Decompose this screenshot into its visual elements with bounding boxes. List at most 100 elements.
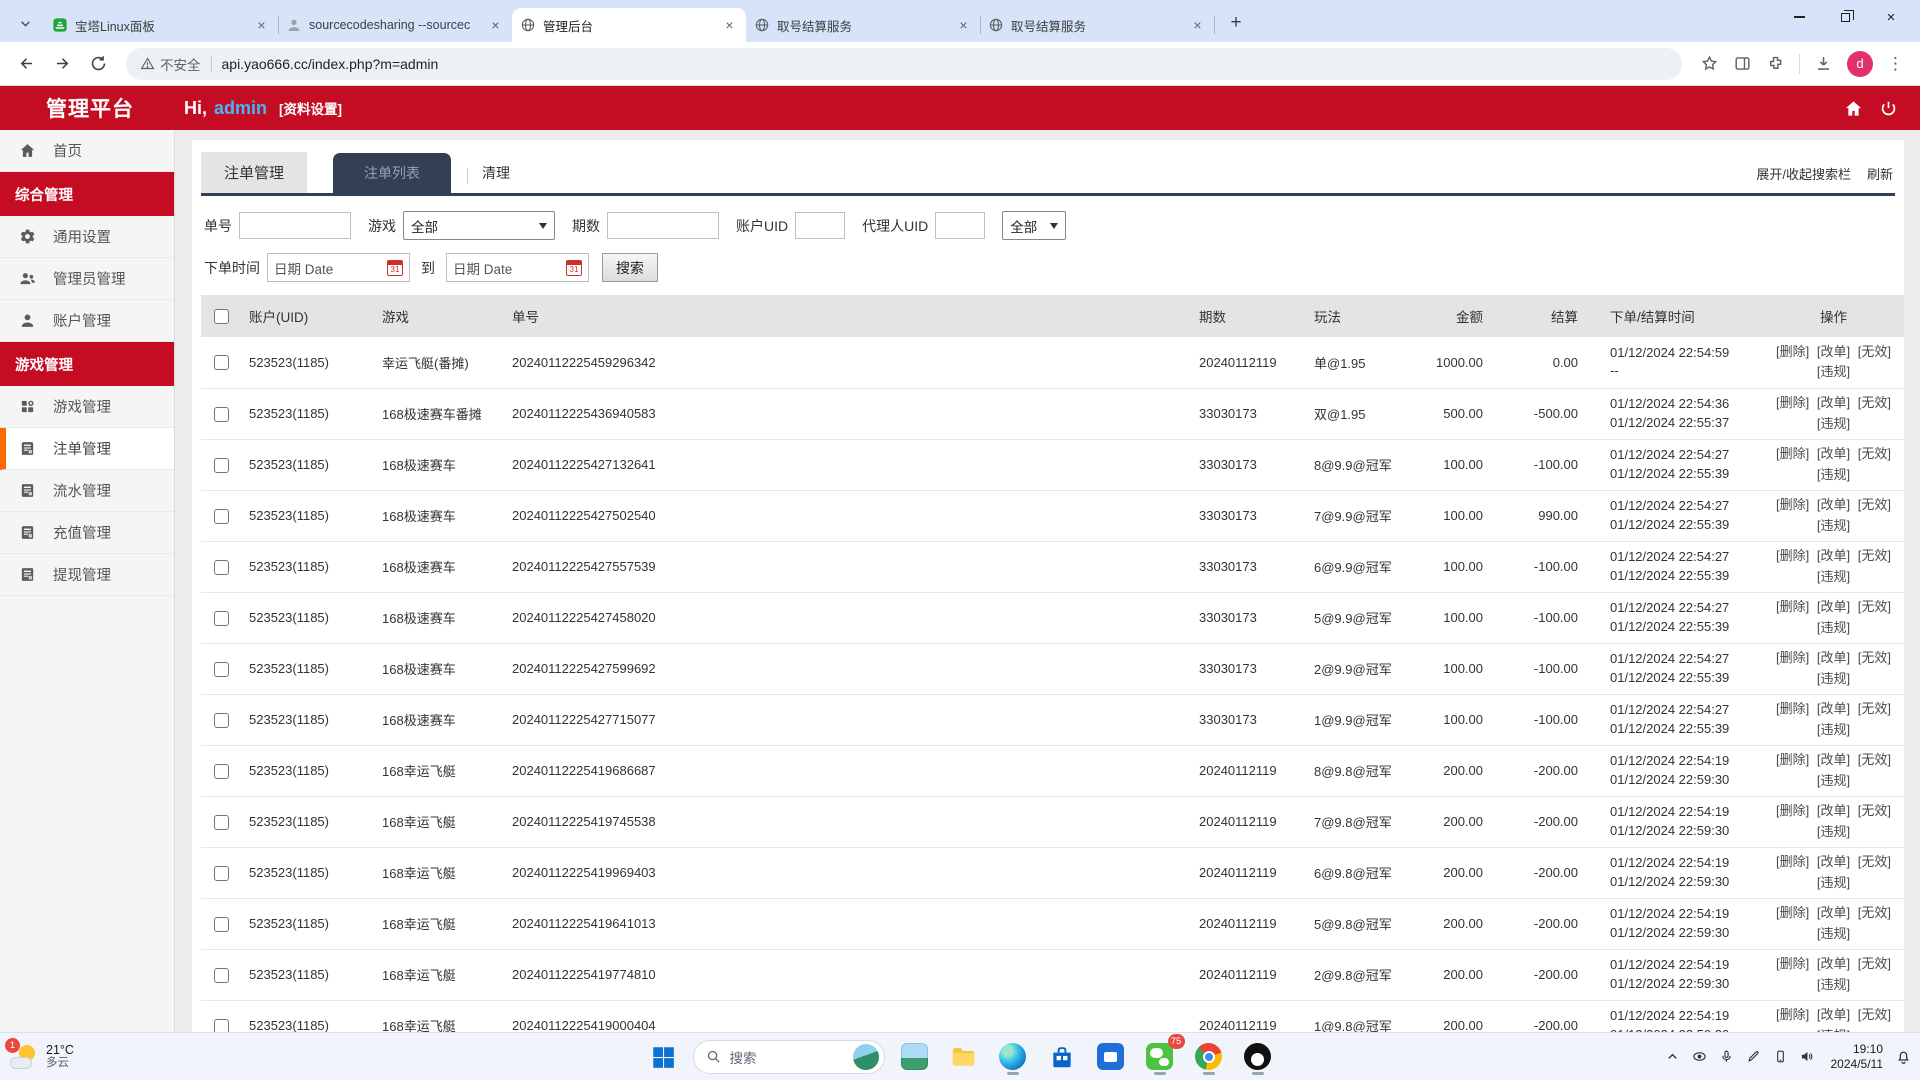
- action-invalidate[interactable]: [无效]: [1858, 905, 1891, 920]
- browser-tab[interactable]: 宝塔Linux面板×: [44, 8, 278, 42]
- browser-tab[interactable]: 取号结算服务×: [746, 8, 980, 42]
- taskbar-search-box[interactable]: 搜索: [693, 1040, 885, 1074]
- browser-tab[interactable]: 取号结算服务×: [980, 8, 1214, 42]
- action-invalidate[interactable]: [无效]: [1858, 344, 1891, 359]
- browser-menu-icon[interactable]: ⋮: [1887, 54, 1904, 74]
- row-checkbox[interactable]: [214, 713, 229, 728]
- window-close-button[interactable]: ×: [1868, 0, 1914, 34]
- action-delete[interactable]: [删除]: [1776, 701, 1809, 716]
- security-chip[interactable]: 不安全: [140, 54, 201, 74]
- toggle-search-bar-link[interactable]: 展开/收起搜索栏: [1756, 164, 1851, 183]
- action-violation[interactable]: [违规]: [1817, 977, 1850, 992]
- logout-power-icon[interactable]: [1879, 99, 1898, 118]
- action-delete[interactable]: [删除]: [1776, 344, 1809, 359]
- action-invalidate[interactable]: [无效]: [1858, 599, 1891, 614]
- new-tab-button[interactable]: +: [1222, 9, 1250, 37]
- action-delete[interactable]: [删除]: [1776, 956, 1809, 971]
- action-delete[interactable]: [删除]: [1776, 497, 1809, 512]
- row-checkbox[interactable]: [214, 917, 229, 932]
- address-bar[interactable]: 不安全 api.yao666.cc/index.php?m=admin: [126, 48, 1682, 80]
- wechat-icon[interactable]: 75: [1141, 1038, 1179, 1076]
- action-violation[interactable]: [违规]: [1817, 620, 1850, 635]
- action-invalidate[interactable]: [无效]: [1858, 752, 1891, 767]
- row-checkbox[interactable]: [214, 764, 229, 779]
- tab-close-icon[interactable]: ×: [955, 17, 972, 34]
- row-checkbox[interactable]: [214, 509, 229, 524]
- volume-icon[interactable]: [1800, 1049, 1815, 1064]
- profile-avatar[interactable]: d: [1847, 51, 1873, 77]
- sidebar-item-账户管理[interactable]: 账户管理: [0, 300, 174, 342]
- widgets-weather-button[interactable]: 1 21°C 多云: [10, 1043, 74, 1071]
- forward-icon[interactable]: [46, 48, 78, 80]
- action-modify-order[interactable]: [改单]: [1817, 650, 1850, 665]
- row-checkbox[interactable]: [214, 458, 229, 473]
- row-checkbox[interactable]: [214, 611, 229, 626]
- action-delete[interactable]: [删除]: [1776, 599, 1809, 614]
- date-from-input[interactable]: 日期 Date: [267, 253, 410, 282]
- row-checkbox[interactable]: [214, 662, 229, 677]
- action-invalidate[interactable]: [无效]: [1858, 956, 1891, 971]
- action-modify-order[interactable]: [改单]: [1817, 548, 1850, 563]
- sidebar-item-流水管理[interactable]: 流水管理: [0, 470, 174, 512]
- bookmark-star-icon[interactable]: [1700, 54, 1719, 73]
- blue-app-icon[interactable]: [1092, 1038, 1130, 1076]
- game-select[interactable]: 全部: [403, 211, 555, 240]
- edge-icon[interactable]: [994, 1038, 1032, 1076]
- action-delete[interactable]: [删除]: [1776, 395, 1809, 410]
- search-highlight-image[interactable]: [853, 1044, 879, 1070]
- row-checkbox[interactable]: [214, 866, 229, 881]
- scope-select[interactable]: 全部: [1002, 211, 1066, 240]
- downloads-icon[interactable]: [1814, 54, 1833, 73]
- start-button[interactable]: [644, 1038, 682, 1076]
- date-to-input[interactable]: 日期 Date: [446, 253, 589, 282]
- row-checkbox[interactable]: [214, 355, 229, 370]
- action-delete[interactable]: [删除]: [1776, 905, 1809, 920]
- action-invalidate[interactable]: [无效]: [1858, 1007, 1891, 1022]
- sidebar-item-管理员管理[interactable]: 管理员管理: [0, 258, 174, 300]
- action-violation[interactable]: [违规]: [1817, 671, 1850, 686]
- side-panel-icon[interactable]: [1733, 54, 1752, 73]
- extensions-icon[interactable]: [1766, 54, 1785, 73]
- sidebar-item-首页[interactable]: 首页: [0, 130, 174, 172]
- row-checkbox[interactable]: [214, 815, 229, 830]
- microphone-icon[interactable]: [1719, 1049, 1734, 1064]
- action-modify-order[interactable]: [改单]: [1817, 854, 1850, 869]
- notification-bell-icon[interactable]: [1895, 1048, 1912, 1065]
- module-title-tab[interactable]: 注单管理: [201, 152, 307, 193]
- action-modify-order[interactable]: [改单]: [1817, 1007, 1850, 1022]
- search-button[interactable]: 搜索: [602, 253, 658, 282]
- row-checkbox[interactable]: [214, 560, 229, 575]
- tab-清理[interactable]: 清理: [472, 153, 520, 193]
- task-view-button[interactable]: [896, 1038, 934, 1076]
- tab-close-icon[interactable]: ×: [487, 17, 504, 34]
- action-modify-order[interactable]: [改单]: [1817, 905, 1850, 920]
- agent-uid-input[interactable]: [935, 212, 985, 239]
- profile-settings-link[interactable]: [资料设置]: [279, 98, 342, 118]
- action-modify-order[interactable]: [改单]: [1817, 395, 1850, 410]
- action-violation[interactable]: [违规]: [1817, 518, 1850, 533]
- pen-icon[interactable]: [1746, 1049, 1761, 1064]
- tab-close-icon[interactable]: ×: [721, 17, 738, 34]
- action-delete[interactable]: [删除]: [1776, 803, 1809, 818]
- calendar-icon[interactable]: [387, 260, 403, 276]
- tab-close-icon[interactable]: ×: [253, 17, 270, 34]
- action-invalidate[interactable]: [无效]: [1858, 395, 1891, 410]
- action-modify-order[interactable]: [改单]: [1817, 446, 1850, 461]
- file-explorer-icon[interactable]: [945, 1038, 983, 1076]
- browser-tab[interactable]: sourcecodesharing --sourcec×: [278, 8, 512, 42]
- row-checkbox[interactable]: [214, 407, 229, 422]
- refresh-link[interactable]: 刷新: [1867, 164, 1893, 183]
- action-violation[interactable]: [违规]: [1817, 926, 1850, 941]
- action-modify-order[interactable]: [改单]: [1817, 752, 1850, 767]
- action-violation[interactable]: [违规]: [1817, 875, 1850, 890]
- action-delete[interactable]: [删除]: [1776, 446, 1809, 461]
- sidebar-item-通用设置[interactable]: 通用设置: [0, 216, 174, 258]
- browser-tab[interactable]: 管理后台×: [512, 8, 746, 42]
- qq-icon[interactable]: [1239, 1038, 1277, 1076]
- action-delete[interactable]: [删除]: [1776, 548, 1809, 563]
- sidebar-item-注单管理[interactable]: 注单管理: [0, 428, 174, 470]
- action-invalidate[interactable]: [无效]: [1858, 548, 1891, 563]
- calendar-icon[interactable]: [566, 260, 582, 276]
- action-invalidate[interactable]: [无效]: [1858, 854, 1891, 869]
- sidebar-item-游戏管理[interactable]: 游戏管理: [0, 386, 174, 428]
